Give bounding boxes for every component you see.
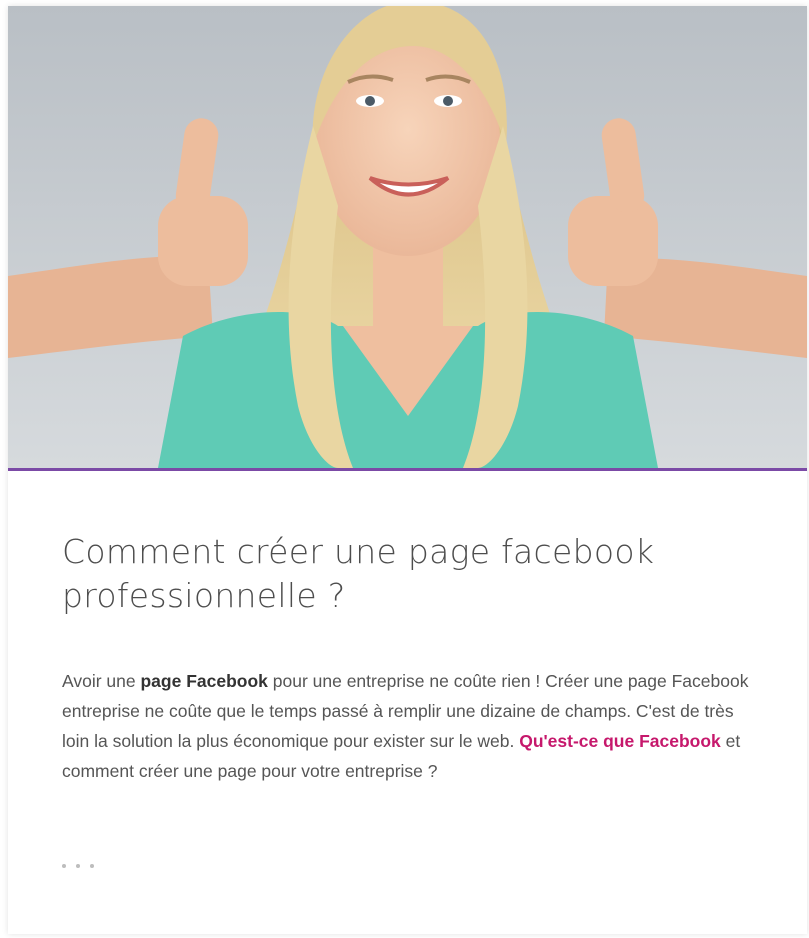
dot-icon [76, 864, 80, 868]
dot-icon [62, 864, 66, 868]
excerpt-text-1: Avoir une [62, 671, 141, 691]
article-excerpt: Avoir une page Facebook pour une entrepr… [62, 666, 762, 786]
article-title[interactable]: Comment créer une page facebook professi… [62, 530, 762, 618]
read-more-dots[interactable] [62, 864, 94, 868]
hero-photo-illustration [8, 6, 807, 468]
excerpt-bold-keyword: page Facebook [140, 671, 268, 691]
article-card[interactable]: Comment créer une page facebook professi… [8, 6, 807, 934]
facebook-definition-link[interactable]: Qu'est-ce que Facebook [519, 731, 721, 751]
hero-divider [8, 468, 807, 471]
dot-icon [90, 864, 94, 868]
hero-image[interactable] [8, 6, 807, 468]
